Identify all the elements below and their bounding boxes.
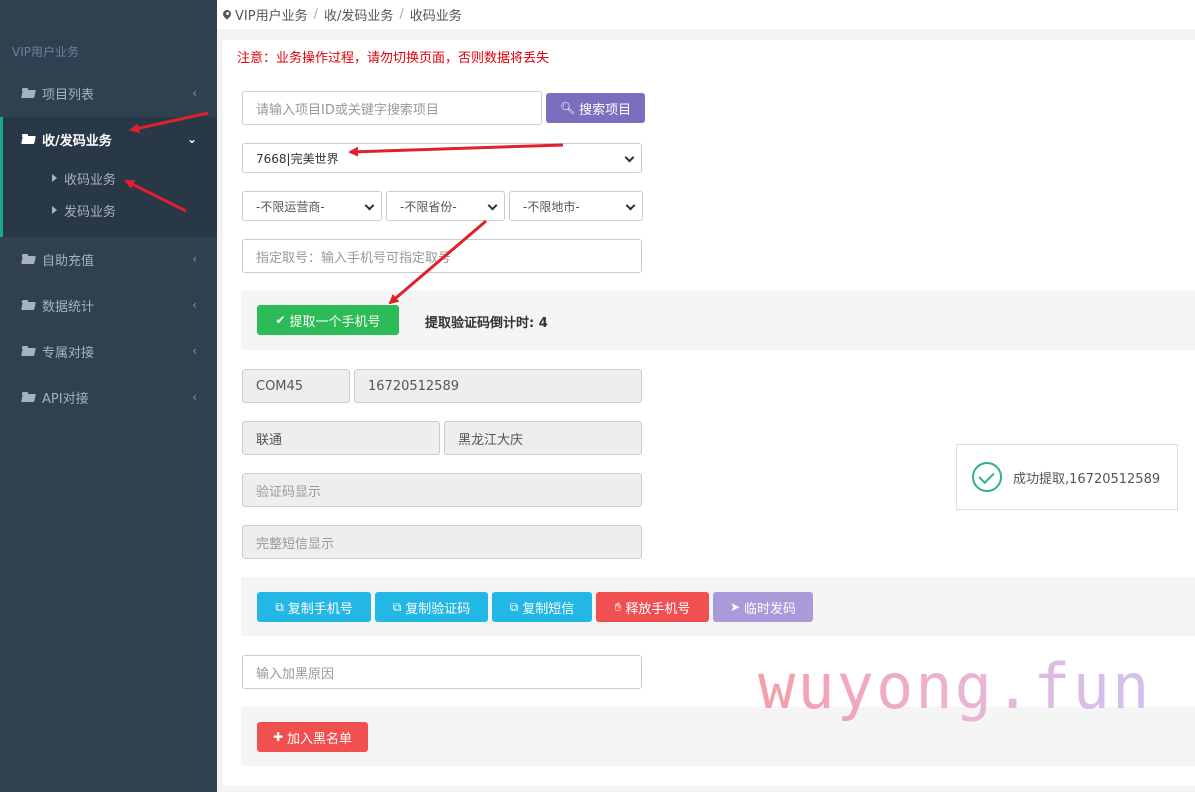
breadcrumb-item-current: 收码业务	[409, 9, 462, 24]
chevron-down-icon: ⌄	[186, 132, 197, 146]
caret-right-icon	[52, 206, 57, 214]
warning-notice: 注意：业务操作过程，请勿切换页面，否则数据将丢失	[237, 51, 550, 66]
hand-icon: ✋︎	[614, 599, 622, 614]
sidebar-subitem-send[interactable]: 发码业务	[52, 199, 116, 221]
copy-phone-button[interactable]: ⧉ 复制手机号	[257, 592, 371, 622]
chevron-left-icon: ‹	[192, 298, 197, 312]
copy-code-button[interactable]: ⧉ 复制验证码	[375, 592, 488, 622]
assign-number-input[interactable]: 指定取号：输入手机号可指定取号	[242, 239, 642, 273]
sidebar-subitem-receive[interactable]: 收码业务	[52, 167, 116, 189]
phone-field: 16720512589	[354, 369, 642, 403]
breadcrumb: VIP用户业务 / 收/发码业务 / 收码业务	[217, 0, 1195, 29]
sidebar-subitem-label: 收码业务	[64, 172, 117, 188]
temp-send-button[interactable]: ➤ 临时发码	[713, 592, 813, 622]
project-search-input[interactable]: 请输入项目ID或关键字搜索项目	[242, 91, 542, 125]
sidebar-subitem-label: 发码业务	[64, 204, 117, 220]
search-icon: 🔍︎	[559, 101, 576, 115]
toast-message: 成功提取,16720512589	[1013, 471, 1161, 487]
city-select-value: -不限地市-	[523, 199, 580, 214]
copy-sms-button[interactable]: ⧉ 复制短信	[492, 592, 592, 622]
copy-sms-label: 复制短信	[522, 601, 575, 617]
province-select[interactable]: -不限省份-	[386, 191, 505, 221]
temp-send-label: 临时发码	[744, 601, 797, 617]
folder-icon	[22, 392, 35, 402]
add-blacklist-label: 加入黑名单	[287, 731, 353, 747]
plus-icon: ✚	[272, 730, 284, 744]
map-marker-icon	[223, 10, 231, 20]
chevron-left-icon: ‹	[192, 390, 197, 404]
watermark: wuyong.fun	[758, 650, 1152, 723]
folder-icon	[22, 346, 35, 356]
countdown-text: 提取验证码倒计时: 4	[425, 316, 548, 331]
project-select-value: 7668|完美世界	[256, 151, 339, 166]
folder-icon	[22, 88, 35, 98]
copy-icon: ⧉	[275, 599, 284, 614]
sidebar-item-label: 收/发码业务	[42, 133, 112, 149]
copy-code-label: 复制验证码	[405, 601, 471, 617]
verification-code-field: 验证码显示	[242, 473, 642, 507]
operator-select[interactable]: -不限运营商-	[242, 191, 382, 221]
sidebar-item-label: 数据统计	[42, 299, 95, 315]
check-icon: ✔	[275, 313, 286, 327]
chevron-down-icon	[624, 152, 635, 163]
sidebar-item-api[interactable]: API对接 ‹	[0, 374, 217, 420]
sms-content-field: 完整短信显示	[242, 525, 642, 559]
sidebar-item-statistics[interactable]: 数据统计 ‹	[0, 282, 217, 328]
sidebar-item-dedicated[interactable]: 专属对接 ‹	[0, 328, 217, 374]
sidebar-item-label: 专属对接	[42, 345, 95, 361]
chevron-left-icon: ‹	[192, 344, 197, 358]
fetch-phone-label: 提取一个手机号	[289, 314, 381, 330]
folder-icon	[22, 300, 35, 310]
sidebar-item-label: 自助充值	[42, 253, 95, 269]
search-project-button[interactable]: 🔍︎ 搜索项目	[546, 93, 645, 123]
chevron-down-icon	[487, 200, 498, 211]
region-field: 黑龙江大庆	[444, 421, 642, 455]
sidebar-item-recharge[interactable]: 自助充值 ‹	[0, 236, 217, 282]
release-phone-label: 释放手机号	[625, 601, 691, 617]
folder-open-icon	[22, 134, 35, 144]
copy-icon: ⧉	[509, 599, 519, 614]
paper-plane-icon: ➤	[729, 600, 741, 614]
sidebar-item-project-list[interactable]: 项目列表 ‹	[0, 70, 217, 116]
chevron-down-icon	[625, 200, 636, 211]
caret-right-icon	[52, 174, 57, 182]
chevron-left-icon: ‹	[192, 86, 197, 100]
copy-icon: ⧉	[392, 599, 402, 614]
success-toast: 成功提取,16720512589	[956, 444, 1178, 510]
fetch-phone-button[interactable]: ✔ 提取一个手机号	[257, 305, 399, 335]
folder-icon	[22, 254, 35, 264]
chevron-down-icon	[364, 200, 375, 211]
breadcrumb-item[interactable]: VIP用户业务	[235, 5, 308, 24]
province-select-value: -不限省份-	[400, 199, 457, 214]
blacklist-reason-input[interactable]: 输入加黑原因	[242, 655, 642, 689]
sidebar: VIP用户业务 项目列表 ‹ 收/发码业务 ⌄ 收码业务 发码业务 自助充值 ‹…	[0, 0, 217, 792]
breadcrumb-item[interactable]: 收/发码业务	[324, 5, 393, 24]
sidebar-title: VIP用户业务	[12, 45, 79, 59]
sidebar-item-label: 项目列表	[42, 87, 95, 103]
sidebar-item-receive-send[interactable]: 收/发码业务 ⌄	[0, 116, 217, 162]
operator-select-value: -不限运营商-	[256, 199, 325, 214]
success-check-icon	[972, 462, 1002, 492]
copy-phone-label: 复制手机号	[287, 601, 353, 617]
add-blacklist-button[interactable]: ✚ 加入黑名单	[257, 722, 368, 752]
sidebar-item-label: API对接	[42, 391, 89, 407]
city-select[interactable]: -不限地市-	[509, 191, 643, 221]
release-phone-button[interactable]: ✋︎ 释放手机号	[596, 592, 709, 622]
search-project-label: 搜索项目	[579, 102, 632, 118]
port-field: COM45	[242, 369, 350, 403]
project-select[interactable]: 7668|完美世界	[242, 143, 642, 173]
chevron-left-icon: ‹	[192, 252, 197, 266]
carrier-field: 联通	[242, 421, 440, 455]
